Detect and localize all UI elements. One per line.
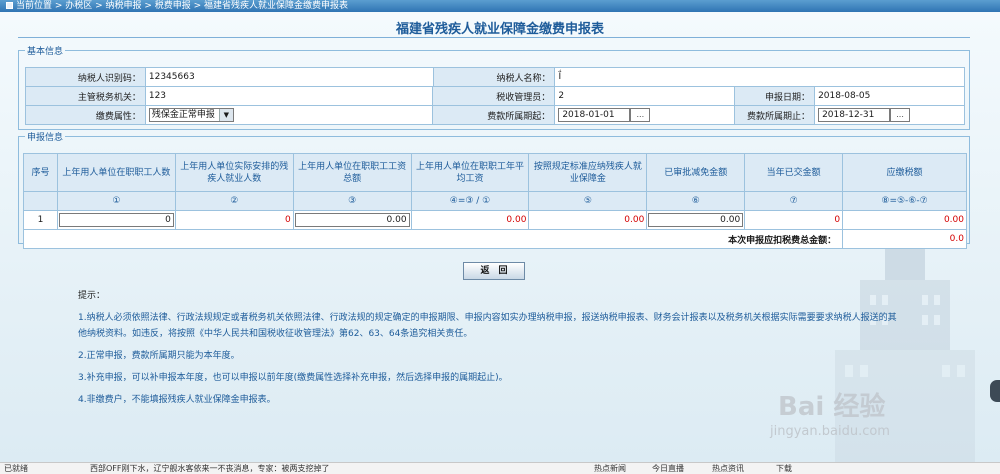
fee-type-label: 缴费属性： <box>25 105 146 125</box>
formula-4: ④=③ / ① <box>410 191 530 211</box>
header-seq: 序号 <box>23 153 58 192</box>
breadcrumb: 当前位置 > 办税区 > 纳税申报 > 税费申报 > 福建省残疾人就业保障金缴费… <box>0 0 1000 12</box>
page-title: 福建省残疾人就业保障金缴费申报表 <box>395 22 604 37</box>
period-end-picker-button[interactable]: ... <box>890 108 911 122</box>
period-start-input[interactable]: 2018-01-01 <box>558 108 631 122</box>
note-item: 3.补充申报，可以补申报本年度，也可以申报以前年度(缴费属性选择补充申报，然后选… <box>78 373 508 383</box>
employees-input[interactable]: 0 <box>58 213 174 227</box>
disabled-employees-value: 0 <box>174 210 294 230</box>
note-item: 1.纳税人必须依照法律、行政法规规定或者税务机关依照法律、行政法规的规定确定的申… <box>78 313 897 339</box>
period-start-picker-button[interactable]: ... <box>630 108 651 122</box>
period-end-input[interactable]: 2018-12-31 <box>818 108 891 122</box>
apply-date-value: 2018-08-05 <box>814 86 965 106</box>
formula-2: ② <box>174 191 294 211</box>
basic-info-legend: 基本信息 <box>27 47 64 57</box>
taxpayer-name-label: 纳税人名称： <box>432 67 556 87</box>
watermark-url: jingyan.baidu.com <box>770 424 890 439</box>
paid-value: 0 <box>744 210 844 230</box>
status-item-live[interactable]: 今日直播 <box>652 463 684 474</box>
note-item: 2.正常申报，费款所属期只能为本年度。 <box>78 351 240 361</box>
wage-total-cell: 0.00 <box>292 210 412 230</box>
authority-label: 主管税务机关： <box>25 86 146 106</box>
header-paid: 当年已交金额 <box>744 153 844 192</box>
reduction-input[interactable]: 0.00 <box>648 213 744 227</box>
table-row: 1 0 0 0.00 0.00 0.00 0.00 0 0.00 <box>23 210 967 230</box>
breadcrumb-text: 当前位置 > 办税区 > 纳税申报 > 税费申报 > 福建省残疾人就业保障金缴费… <box>16 1 349 11</box>
period-start-label: 费款所属期起： <box>432 105 556 125</box>
title-divider <box>18 37 970 38</box>
header-tax-due: 应缴税额 <box>842 153 967 192</box>
formula-5: ⑤ <box>528 191 648 211</box>
formula-7: ⑦ <box>744 191 844 211</box>
header-employees: 上年用人单位在职职工人数 <box>56 153 176 192</box>
home-icon <box>6 2 13 9</box>
header-disabled-employees: 上年用人单位实际安排的残疾人就业人数 <box>174 153 294 192</box>
return-button[interactable]: 返 回 <box>463 262 525 280</box>
status-item-download[interactable]: 下载 <box>776 463 792 474</box>
tax-due-value: 0.00 <box>842 210 967 230</box>
taxpayer-name-value: Ḯ <box>554 67 965 87</box>
fee-type-cell: 残保金正常申报 ▼ <box>144 105 434 125</box>
apply-date-label: 申报日期： <box>734 86 816 106</box>
formula-3: ③ <box>292 191 412 211</box>
watermark-brand: Bai 经验 <box>778 392 886 422</box>
period-end-label: 费款所属期止： <box>734 105 816 125</box>
browser-statusbar: 已就绪 西部OFF刚下水，辽宁舰水客依来一不丧消息，专家：被两支挖掉了 热点新闻… <box>0 462 1000 474</box>
declare-info-group: 申报信息 序号 上年用人单位在职职工人数 上年用人单位实际安排的残疾人就业人数 … <box>18 130 970 249</box>
manager-label: 税收管理员： <box>432 86 556 106</box>
fee-type-selected: 残保金正常申报 <box>151 110 215 120</box>
should-pay-value: 0.00 <box>528 210 648 230</box>
declare-info-legend: 申报信息 <box>27 133 64 143</box>
reduction-cell: 0.00 <box>646 210 746 230</box>
avg-wage-value: 0.00 <box>410 210 530 230</box>
basic-info-table: 纳税人识别码： 12345663 纳税人名称： Ḯ <box>25 67 965 87</box>
total-label: 本次申报应扣税费总金额： <box>22 229 844 249</box>
formula-1: ① <box>56 191 176 211</box>
fee-type-select[interactable]: 残保金正常申报 ▼ <box>148 108 234 122</box>
status-news[interactable]: 西部OFF刚下水，辽宁舰水客依来一不丧消息，专家：被两支挖掉了 <box>90 463 330 474</box>
header-wage-total: 上年用人单位在职职工工资总额 <box>292 153 412 192</box>
baidu-watermark: Bai 经验 jingyan.baidu.com <box>760 386 960 446</box>
manager-value: 2 <box>554 86 736 106</box>
chevron-down-icon[interactable]: ▼ <box>218 109 233 121</box>
formula-6: ⑥ <box>646 191 746 211</box>
header-avg-wage: 上年用人单位在职职工年平均工资 <box>410 153 530 192</box>
total-value: 0.0 <box>842 229 967 249</box>
status-item-info[interactable]: 热点资讯 <box>712 463 744 474</box>
period-end-cell: 2018-12-31... <box>814 105 965 125</box>
status-left: 已就绪 <box>4 464 28 473</box>
declare-table: 序号 上年用人单位在职职工人数 上年用人单位实际安排的残疾人就业人数 上年用人单… <box>22 153 967 249</box>
side-float-icon[interactable] <box>990 380 1000 402</box>
authority-value: 123 <box>144 86 434 106</box>
employees-cell: 0 <box>56 210 176 230</box>
basic-info-group: 基本信息 纳税人识别码： 12345663 纳税人名称： Ḯ 主管税务机关： 1… <box>18 44 970 130</box>
header-reduction: 已审批减免金额 <box>646 153 746 192</box>
taxpayer-id-label: 纳税人识别码： <box>25 67 146 87</box>
notes-title: 提示： <box>78 291 106 301</box>
header-should-pay: 按照规定标准应纳残疾人就业保障金 <box>528 153 648 192</box>
row-seq: 1 <box>23 210 58 230</box>
status-item-hot-news[interactable]: 热点新闻 <box>594 463 626 474</box>
taxpayer-id-value: 12345663 <box>144 67 434 87</box>
formula-8: ⑧=⑤-⑥-⑦ <box>842 191 967 211</box>
formula-seq <box>23 191 58 211</box>
basic-info-table-row2: 主管税务机关： 123 税收管理员： 2 申报日期： 2018-08-05 缴费… <box>25 86 965 125</box>
wage-total-input[interactable]: 0.00 <box>294 213 410 227</box>
period-start-cell: 2018-01-01... <box>554 105 736 125</box>
